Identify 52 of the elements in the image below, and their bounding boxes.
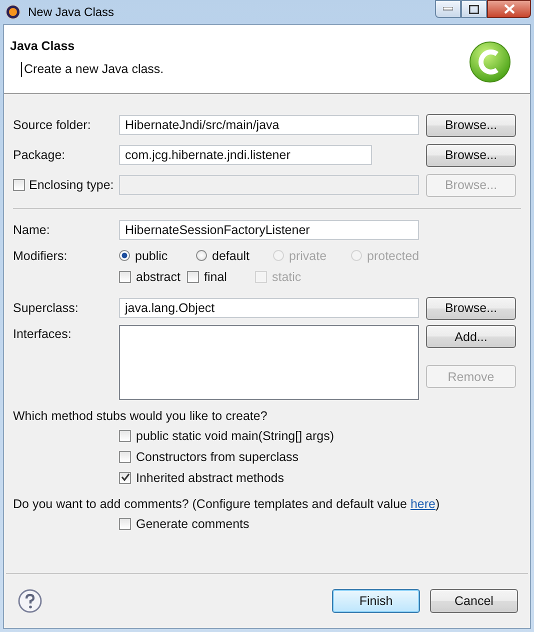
package-field[interactable]: com.jcg.hibernate.jndi.listener — [119, 145, 372, 165]
page-message: Create a new Java class. — [21, 62, 164, 77]
maximize-icon — [469, 4, 479, 14]
checkbox-label: Generate comments — [136, 516, 250, 530]
checkbox-label: static — [272, 270, 302, 284]
browse-button[interactable]: Browse... — [426, 296, 516, 320]
checkbox-label: public static void main(String[] args) — [136, 428, 334, 442]
field-label: Superclass: — [13, 301, 80, 315]
checkbox[interactable] — [119, 430, 131, 442]
checkbox-label: abstract — [136, 270, 180, 284]
field-label: Source folder: — [13, 118, 92, 132]
checkbox[interactable] — [119, 518, 131, 530]
minimize-icon — [443, 7, 453, 11]
radio-button[interactable] — [119, 250, 130, 261]
dialog-button[interactable]: Cancel — [430, 589, 518, 613]
interfaces-list[interactable] — [119, 325, 419, 400]
field-label: Package: — [13, 148, 66, 162]
checkbox[interactable] — [119, 472, 131, 484]
checkbox[interactable] — [187, 270, 199, 282]
close-button[interactable] — [487, 0, 531, 18]
checkbox-label: final — [204, 270, 227, 284]
help-icon[interactable] — [18, 589, 42, 613]
name-field[interactable]: HibernateSessionFactoryListener — [119, 220, 419, 240]
checkbox-label: Enclosing type: — [29, 178, 114, 192]
field-label: Modifiers: — [13, 248, 68, 262]
list-button[interactable]: Add... — [426, 325, 516, 348]
radio-label: private — [289, 248, 327, 262]
comments-question: Do you want to add comments? (Configure templates and default value here) — [13, 496, 441, 513]
radio-label: public — [135, 248, 168, 262]
here-link[interactable]: here — [410, 497, 436, 511]
minimize-button[interactable] — [435, 0, 461, 18]
checkbox[interactable] — [119, 270, 131, 282]
eclipse-icon — [5, 4, 21, 20]
checkbox[interactable] — [119, 450, 131, 462]
browse-button[interactable]: Browse... — [426, 144, 516, 166]
field-label: Name: — [13, 223, 51, 237]
browse-button[interactable]: Browse... — [426, 114, 516, 136]
close-icon — [504, 4, 514, 14]
superclass-field[interactable]: java.lang.Object — [119, 298, 419, 318]
dialog-button[interactable]: Finish — [332, 589, 420, 613]
radio-label: default — [212, 248, 250, 262]
checkbox-label: Inherited abstract methods — [136, 470, 284, 484]
field-label: Interfaces: — [13, 327, 72, 341]
maximize-button[interactable] — [461, 0, 487, 18]
radio-button[interactable] — [196, 250, 207, 261]
source-folder-field[interactable]: HibernateJndi/src/main/java — [119, 115, 419, 135]
class-icon — [468, 40, 512, 84]
checkbox-label: Constructors from superclass — [136, 450, 299, 464]
radio-label: protected — [367, 248, 420, 262]
method-stubs-question: Which method stubs would you like to create? — [13, 408, 268, 425]
window-title: New Java Class — [28, 5, 114, 19]
page-title: Java Class — [10, 39, 76, 53]
